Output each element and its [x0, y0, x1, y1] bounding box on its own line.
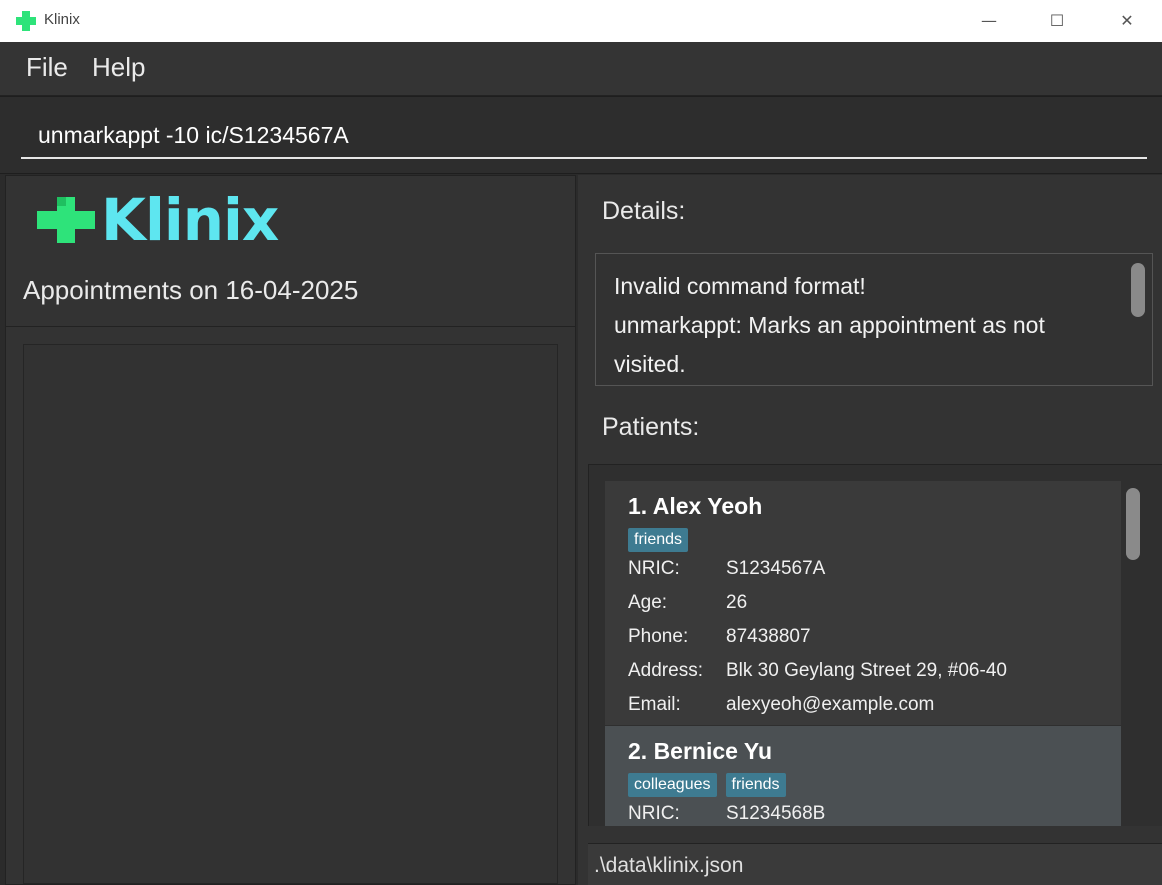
- menu-bar: File Help: [0, 42, 1162, 96]
- patient-list-panel: 1. Alex Yeoh friends NRIC: S1234567A Age:…: [588, 464, 1162, 826]
- patient-email: alexyeoh@example.com: [726, 694, 935, 715]
- command-box: [0, 96, 1162, 174]
- tag: friends: [725, 773, 786, 797]
- appointments-title: Appointments on 16-04-2025: [23, 275, 359, 305]
- right-pane: Details: Invalid command format! unmarka…: [578, 175, 1162, 885]
- menu-file[interactable]: File: [26, 52, 68, 83]
- result-line: Invalid command format!: [614, 273, 866, 299]
- maximize-button[interactable]: ☐: [1022, 0, 1092, 40]
- field-label: Phone:: [628, 626, 689, 647]
- patient-age: 26: [726, 592, 748, 613]
- patients-label: Patients:: [602, 413, 700, 441]
- save-file-path: .\data\klinix.json: [594, 854, 744, 877]
- appointment-list[interactable]: [23, 344, 558, 884]
- patients-scrollbar[interactable]: [1126, 488, 1140, 560]
- field-label: Address:: [628, 660, 703, 681]
- logo-cross-icon: [37, 197, 95, 243]
- result-line: visited.: [614, 351, 686, 377]
- details-label: Details:: [602, 197, 686, 225]
- status-bar: .\data\klinix.json: [588, 843, 1162, 885]
- details-scrollbar[interactable]: [1131, 263, 1145, 317]
- patient-tags: colleagues friends: [628, 773, 786, 797]
- patient-address-row: Address: Blk 30 Geylang Street 29, #06-40: [628, 660, 1007, 682]
- patient-nric-row: NRIC: S1234568B: [628, 803, 825, 825]
- patient-email-row: Email: alexyeoh@example.com: [628, 694, 934, 716]
- patient-phone-row: Phone: 87438807: [628, 626, 811, 648]
- command-input[interactable]: [21, 113, 1147, 159]
- field-label: NRIC:: [628, 803, 680, 824]
- patient-card[interactable]: 2. Bernice Yu colleagues friends NRIC: S1…: [605, 726, 1121, 826]
- left-pane: Klinix Appointments on 16-04-2025: [5, 175, 576, 885]
- patient-nric: S1234567A: [726, 558, 826, 579]
- tag: friends: [628, 528, 689, 552]
- logo-text: Klinix: [101, 186, 279, 254]
- menu-help[interactable]: Help: [92, 52, 145, 83]
- field-label: NRIC:: [628, 558, 680, 579]
- result-display[interactable]: Invalid command format! unmarkappt: Mark…: [595, 253, 1153, 386]
- patient-age-row: Age: 26: [628, 592, 747, 614]
- app-logo: Klinix: [37, 186, 279, 254]
- patient-nric: S1234568B: [726, 803, 826, 824]
- patient-list[interactable]: 1. Alex Yeoh friends NRIC: S1234567A Age:…: [605, 481, 1121, 826]
- klinix-cross-icon: [16, 11, 36, 31]
- result-line: unmarkappt: Marks an appointment as not: [614, 312, 1045, 338]
- minimize-button[interactable]: —: [954, 0, 1024, 40]
- field-label: Age:: [628, 592, 668, 613]
- patient-name: 1. Alex Yeoh: [628, 493, 763, 519]
- patient-tags: friends: [628, 528, 689, 552]
- patient-card[interactable]: 1. Alex Yeoh friends NRIC: S1234567A Age:…: [605, 481, 1121, 725]
- appointments-panel: [6, 326, 575, 884]
- window-title: Klinix: [44, 11, 80, 28]
- close-button[interactable]: ✕: [1092, 0, 1162, 40]
- patient-address: Blk 30 Geylang Street 29, #06-40: [726, 660, 1007, 681]
- field-label: Email:: [628, 694, 681, 715]
- patient-phone: 87438807: [726, 626, 811, 647]
- title-bar: Klinix — ☐ ✕: [0, 0, 1162, 42]
- tag: colleagues: [628, 773, 717, 797]
- patient-name: 2. Bernice Yu: [628, 738, 773, 764]
- patient-nric-row: NRIC: S1234567A: [628, 558, 825, 580]
